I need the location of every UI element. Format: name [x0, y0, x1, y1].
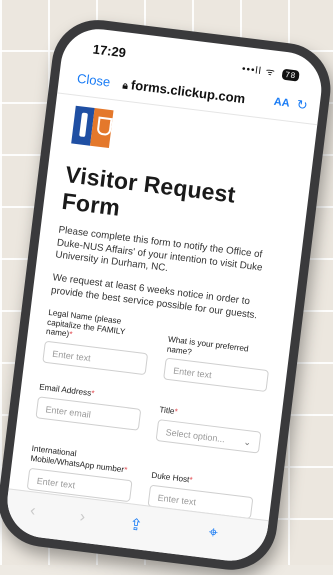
reload-icon[interactable]: ↻	[296, 97, 309, 114]
status-icons: •••ll ᯤ 78	[241, 61, 300, 82]
title-select-value: Select option...	[165, 427, 226, 445]
lock-icon: 🔒︎	[121, 80, 129, 92]
phone-screen: 17:29 •••ll ᯤ 78 Close 🔒︎ forms.clickup.c…	[3, 24, 326, 565]
battery-icon: 78	[281, 68, 300, 82]
compass-icon[interactable]: ⌖	[208, 524, 219, 543]
forward-icon[interactable]: ›	[79, 508, 86, 527]
chevron-down-icon: ⌄	[242, 437, 252, 448]
status-time: 17:29	[91, 41, 127, 61]
share-icon[interactable]: ⇪	[128, 514, 144, 535]
required-marker: *	[188, 475, 194, 486]
duke-nus-logo	[71, 105, 114, 149]
wifi-icon: ᯤ	[264, 66, 277, 79]
signal-icon: •••ll	[241, 63, 263, 78]
close-button[interactable]: Close	[76, 71, 111, 90]
required-marker: *	[123, 465, 128, 475]
required-marker: *	[173, 407, 179, 417]
required-marker: *	[90, 389, 95, 399]
form-content: Visitor Request Form Please complete thi…	[6, 93, 318, 544]
text-size-button[interactable]: AA	[273, 96, 290, 110]
required-marker: *	[68, 329, 73, 340]
back-icon[interactable]: ‹	[29, 502, 36, 521]
